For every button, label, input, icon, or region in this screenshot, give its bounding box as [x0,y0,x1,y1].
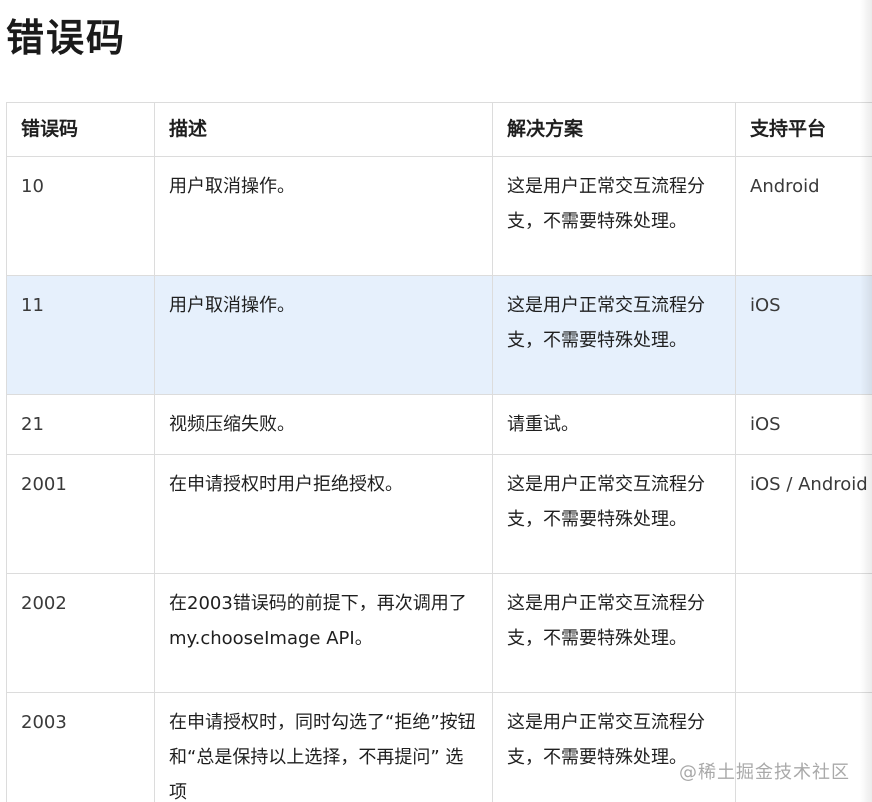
column-header-code: 错误码 [6,102,155,157]
column-header-solution: 解决方案 [492,102,736,157]
page-title: 错误码 [6,16,127,60]
cell-platform [735,573,872,693]
table-row: 21 视频压缩失败。 请重试。 iOS [6,394,872,455]
table-header-row: 错误码 描述 解决方案 支持平台 [6,102,872,157]
cell-platform: iOS [735,394,872,455]
table-row: 2003 在申请授权时，同时勾选了“拒绝”按钮和“总是保持以上选择，不再提问” … [6,692,872,802]
cell-description: 用户取消操作。 [154,156,493,276]
cell-code: 2003 [6,692,155,802]
column-header-description: 描述 [154,102,493,157]
table-row: 2002 在2003错误码的前提下，再次调用了 my.chooseImage A… [6,573,872,693]
table-row-highlighted: 11 用户取消操作。 这是用户正常交互流程分支，不需要特殊处理。 iOS [6,275,872,395]
error-code-table: 错误码 描述 解决方案 支持平台 10 用户取消操作。 这是用户正常交互流程分支… [6,102,872,802]
cell-platform: iOS [735,275,872,395]
table-row: 2001 在申请授权时用户拒绝授权。 这是用户正常交互流程分支，不需要特殊处理。… [6,454,872,574]
cell-code: 10 [6,156,155,276]
cell-description: 在2003错误码的前提下，再次调用了 my.chooseImage API。 [154,573,493,693]
error-code-table-container: 错误码 描述 解决方案 支持平台 10 用户取消操作。 这是用户正常交互流程分支… [6,102,872,802]
cell-description: 在申请授权时用户拒绝授权。 [154,454,493,574]
cell-platform [735,692,872,802]
table-row: 10 用户取消操作。 这是用户正常交互流程分支，不需要特殊处理。 Android [6,156,872,276]
column-header-platform: 支持平台 [735,102,872,157]
cell-solution: 请重试。 [492,394,736,455]
cell-description: 用户取消操作。 [154,275,493,395]
cell-platform: iOS / Android [735,454,872,574]
cell-code: 21 [6,394,155,455]
cell-solution: 这是用户正常交互流程分支，不需要特殊处理。 [492,454,736,574]
cell-solution: 这是用户正常交互流程分支，不需要特殊处理。 [492,573,736,693]
cell-solution: 这是用户正常交互流程分支，不需要特殊处理。 [492,275,736,395]
cell-description: 视频压缩失败。 [154,394,493,455]
cell-platform: Android [735,156,872,276]
page: 错误码 错误码 描述 解决方案 支持平台 10 用户取消操作。 这是用户正常交互… [0,0,872,802]
cell-code: 2001 [6,454,155,574]
cell-solution: 这是用户正常交互流程分支，不需要特殊处理。 [492,692,736,802]
cell-description: 在申请授权时，同时勾选了“拒绝”按钮和“总是保持以上选择，不再提问” 选项 [154,692,493,802]
cell-code: 2002 [6,573,155,693]
watermark: @稀土掘金技术社区 [679,762,850,783]
cell-solution: 这是用户正常交互流程分支，不需要特殊处理。 [492,156,736,276]
cell-code: 11 [6,275,155,395]
